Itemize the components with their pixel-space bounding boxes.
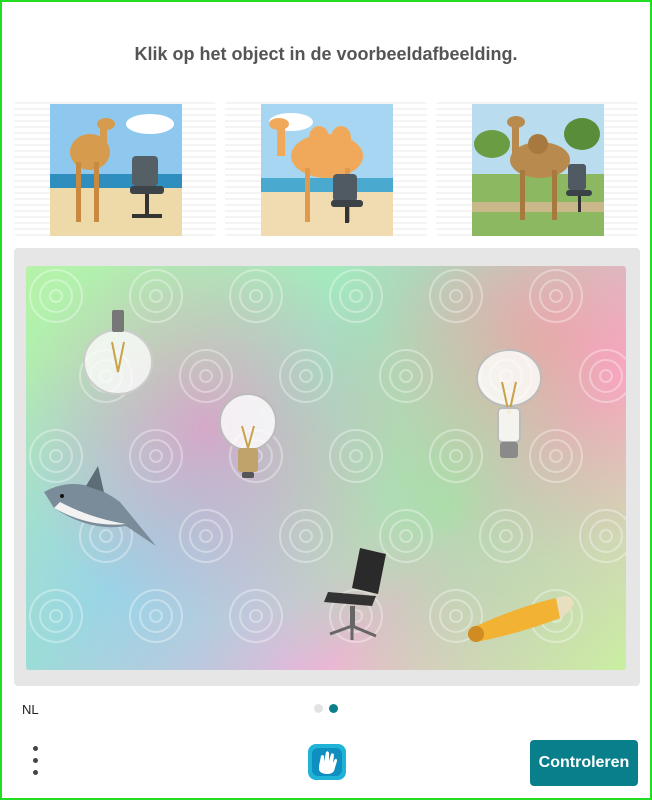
example-image-1 — [14, 102, 216, 236]
challenge-area — [14, 248, 640, 686]
menu-icon[interactable] — [24, 744, 50, 778]
lightbulb-icon[interactable] — [472, 348, 546, 466]
pagination-dots — [314, 704, 344, 714]
camel-chair-image — [472, 104, 604, 236]
page-dot-2[interactable] — [329, 704, 338, 713]
corn-icon[interactable] — [464, 588, 576, 648]
camel-chair-image — [50, 104, 182, 236]
example-images — [14, 102, 638, 238]
language-selector[interactable]: NL — [22, 702, 39, 717]
hcaptcha-logo-icon — [306, 742, 348, 782]
challenge-prompt: Klik op het object in de voorbeeldafbeel… — [134, 44, 518, 64]
captcha-widget: Klik op het object in de voorbeeldafbeel… — [0, 0, 652, 800]
office-chair-icon[interactable] — [320, 544, 392, 644]
verify-button[interactable]: Controleren — [530, 740, 638, 786]
example-image-3 — [436, 102, 638, 236]
lightbulb-icon[interactable] — [216, 390, 280, 482]
lightbulb-icon[interactable] — [78, 302, 158, 402]
page-dot-1[interactable] — [314, 704, 323, 713]
challenge-image[interactable] — [26, 266, 626, 670]
camel-chair-image — [261, 104, 393, 236]
shark-icon[interactable] — [40, 462, 160, 554]
example-image-2 — [225, 102, 427, 236]
